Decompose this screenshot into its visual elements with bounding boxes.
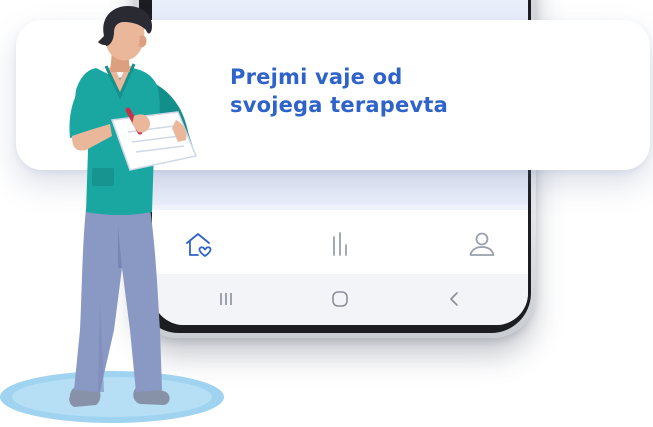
profile-icon [469, 232, 495, 256]
callout-title: Prejmi vaje od svojega terapevta [230, 63, 550, 119]
callout-title-line-2: svojega terapevta [230, 93, 448, 117]
system-back-button[interactable] [434, 282, 474, 316]
callout-title-line-1: Prejmi vaje od [230, 65, 403, 89]
therapist-illustration [0, 6, 224, 423]
back-chevron-icon [450, 292, 458, 306]
home-pill-icon [332, 291, 348, 307]
system-home-button[interactable] [320, 282, 360, 316]
tab-profile[interactable] [462, 224, 502, 264]
stats-bars-icon [333, 232, 347, 256]
promo-illustration: Prejmi vaje od svojega terapevta [0, 0, 653, 427]
tab-stats[interactable] [320, 224, 360, 264]
